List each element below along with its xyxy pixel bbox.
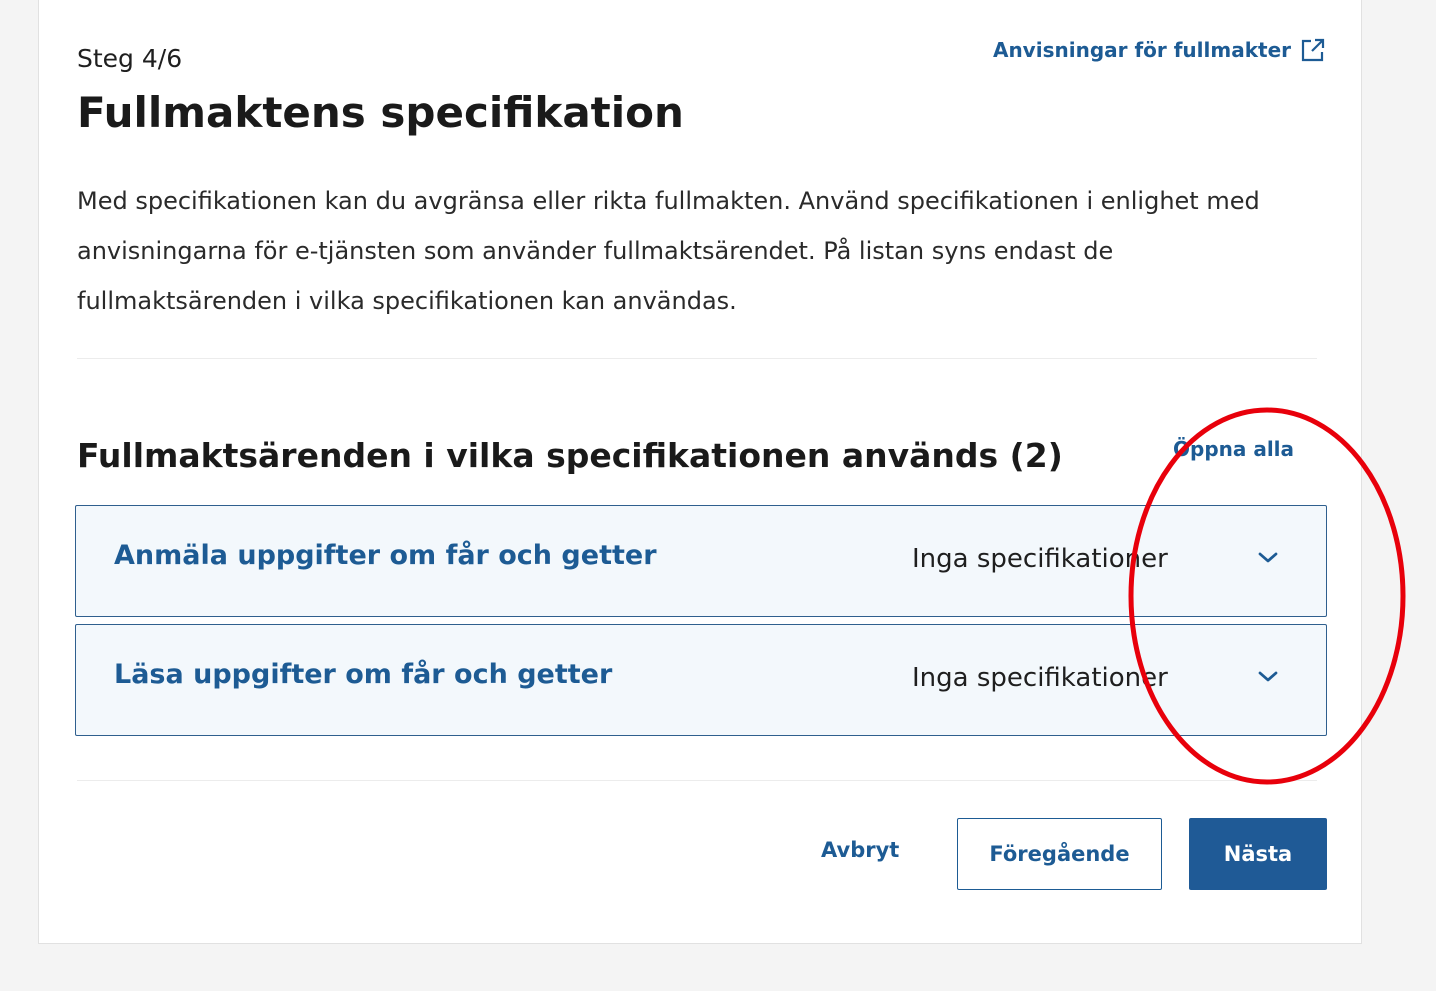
main-card: Steg 4/6 Anvisningar för fullmakter Full…: [38, 0, 1362, 944]
section-title: Fullmaktsärenden i vilka specifikationen…: [77, 436, 1063, 475]
divider: [77, 780, 1317, 781]
intro-text: Med specifikationen kan du avgränsa elle…: [77, 187, 1260, 315]
external-link-icon: [1301, 38, 1325, 62]
accordion-status: Inga specifikationer: [912, 544, 1168, 574]
previous-button[interactable]: Föregående: [957, 818, 1162, 890]
chevron-down-icon[interactable]: [1256, 669, 1280, 685]
accordion-status: Inga specifikationer: [912, 663, 1168, 693]
guide-link[interactable]: Anvisningar för fullmakter: [993, 36, 1327, 64]
accordion-item-anmala[interactable]: Anmäla uppgifter om får och getter Inga …: [75, 505, 1327, 617]
chevron-down-icon[interactable]: [1256, 550, 1280, 566]
accordion-title: Läsa uppgifter om får och getter: [114, 659, 613, 690]
guide-link-label: Anvisningar för fullmakter: [992, 38, 1291, 62]
cancel-button[interactable]: Avbryt: [821, 838, 899, 862]
accordion-item-lasa[interactable]: Läsa uppgifter om får och getter Inga sp…: [75, 624, 1327, 736]
divider: [77, 358, 1317, 359]
next-button[interactable]: Nästa: [1189, 818, 1327, 890]
page-title: Fullmaktens specifikation: [77, 88, 684, 137]
step-indicator: Steg 4/6: [77, 44, 183, 73]
accordion-title: Anmäla uppgifter om får och getter: [114, 540, 657, 571]
open-all-link[interactable]: Öppna alla: [1173, 437, 1294, 461]
